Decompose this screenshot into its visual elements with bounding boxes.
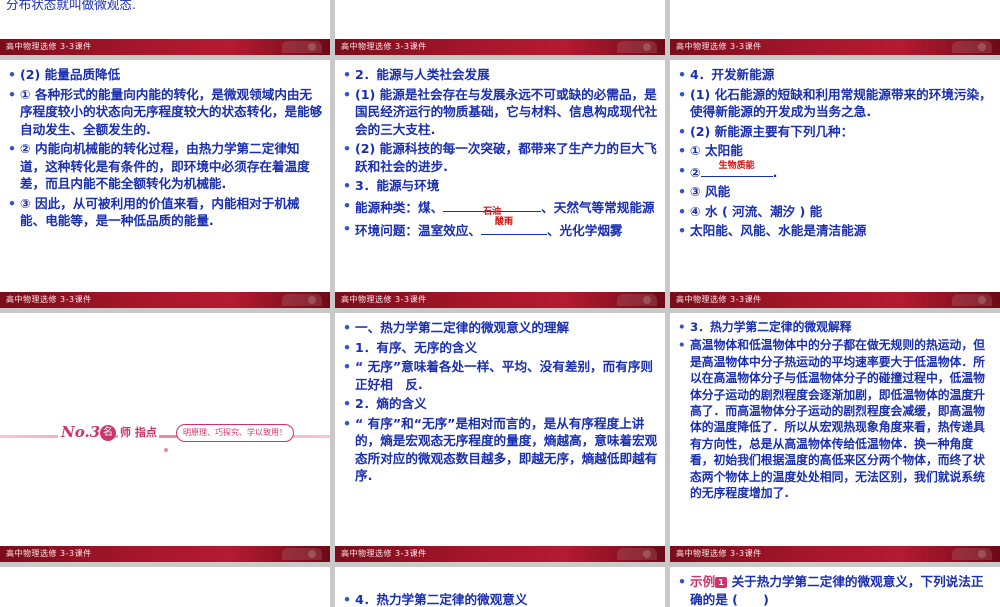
slide-content: 4．开发新能源 (1) 化石能源的短缺和利用常规能源带来的环境污染，使得新能源的… xyxy=(676,66,994,242)
example-number-icon: 1 xyxy=(715,577,728,588)
slide-r1c1: 2．能源与人类社会发展 (1) 能源是社会存在与发展永远不可或缺的必需品，是国民… xyxy=(335,60,665,308)
list-item: 一、热力学第二定律的微观意义的理解 xyxy=(341,319,659,337)
footer-building-icon xyxy=(617,294,657,306)
slide-footer: 高中物理选修 3-3课件 xyxy=(335,546,665,562)
slide-footer: 高中物理选修 3-3课件 xyxy=(0,39,330,55)
example-label: 示例 xyxy=(690,574,716,589)
slide-r1c2: 4．开发新能源 (1) 化石能源的短缺和利用常规能源带来的环境污染，使得新能源的… xyxy=(670,60,1000,308)
footer-text: 高中物理选修 3-3课件 xyxy=(6,295,92,304)
slide-content: 3．热力学第二定律的微观解释 高温物体和低温物体中的分子都在做无规则的热运动，但… xyxy=(676,319,994,503)
slide-content: 示例1 关于热力学第二定律的微观意义，下列说法正确的是 ( ) xyxy=(676,573,994,607)
banner-tag: 明原理、巧探究、学以致用！ xyxy=(176,424,294,442)
slide-footer: 高中物理选修 3-3课件 xyxy=(335,292,665,308)
text-before: 环境问题：温室效应、 xyxy=(355,223,481,238)
slide-r2c2: 3．热力学第二定律的微观解释 高温物体和低温物体中的分子都在做无规则的热运动，但… xyxy=(670,313,1000,562)
slide-content: 4．热力学第二定律的微观意义 xyxy=(341,591,659,607)
slide-r0c2: 高中物理选修 3-3课件 xyxy=(670,0,1000,55)
slide-footer: 高中物理选修 3-3课件 xyxy=(0,546,330,562)
list-item: (2) 能量品质降低 xyxy=(6,66,324,84)
list-item: ① 各种形式的能量向内能的转化，是微观领域内由无序程度较小的状态向无序程度较大的… xyxy=(6,86,324,139)
banner-number: No.3 xyxy=(58,423,104,441)
slide-r0c1: 高中物理选修 3-3课件 xyxy=(335,0,665,55)
fill-blank: 酸雨 xyxy=(480,217,547,235)
slide-r0c0: 分布状态就叫做微观态. 高中物理选修 3-3课件 xyxy=(0,0,330,55)
list-item: “ 有序”和“无序”是相对而言的，是从有序程度上讲的，熵是宏观态无序程度的量度，… xyxy=(341,415,659,485)
list-item: ② 生物质能. xyxy=(676,160,994,182)
text-after: 、天然气等常规能源 xyxy=(541,199,655,215)
text-after: 、光化学烟雾 xyxy=(546,223,623,238)
slide-r2c0: No.3 名 师 指点 明原理、巧探究、学以致用！ 高中物理选修 3-3课件 xyxy=(0,313,330,562)
list-item: 2．能源与人类社会发展 xyxy=(341,66,659,84)
list-item: 能源种类：煤、 石油 、天然气等常规能源 xyxy=(341,197,659,217)
slide-footer: 高中物理选修 3-3课件 xyxy=(335,39,665,55)
footer-text: 高中物理选修 3-3课件 xyxy=(676,549,762,558)
slide-r2c1: 一、热力学第二定律的微观意义的理解 1．有序、无序的含义 “ 无序”意味着各处一… xyxy=(335,313,665,562)
blank-answer: 生物质能 xyxy=(718,160,755,171)
list-item: ③ 风能 xyxy=(676,183,994,201)
text-after: . xyxy=(772,164,778,180)
slide-content: (2) 能量品质降低 ① 各种形式的能量向内能的转化，是微观领域内由无序程度较小… xyxy=(6,66,324,232)
list-item: 3．热力学第二定律的微观解释 xyxy=(676,319,994,336)
footer-building-icon xyxy=(282,294,322,306)
footer-text: 高中物理选修 3-3课件 xyxy=(341,295,427,304)
list-item: 4．热力学第二定律的微观意义 xyxy=(341,591,659,607)
text-before: 能源种类：煤、 xyxy=(355,199,444,215)
banner-title: 师 指点 xyxy=(118,425,159,441)
list-item: (2) 新能源主要有下列几种： xyxy=(676,123,994,141)
list-item: ① 太阳能 xyxy=(676,142,994,160)
slide-content: 2．能源与人类社会发展 (1) 能源是社会存在与发展永远不可或缺的必需品，是国民… xyxy=(341,66,659,242)
footer-text: 高中物理选修 3-3课件 xyxy=(341,549,427,558)
list-item: ② 内能向机械能的转化过程，由热力学第二定律知道，这种转化是有条件的，即环境中必… xyxy=(6,140,324,193)
fill-blank: 生物质能 xyxy=(700,160,773,177)
footer-building-icon xyxy=(282,41,322,53)
banner-badge: 名 xyxy=(100,425,116,441)
footer-building-icon xyxy=(617,41,657,53)
slide-footer: 高中物理选修 3-3课件 xyxy=(0,292,330,308)
list-item: 示例1 关于热力学第二定律的微观意义，下列说法正确的是 ( ) xyxy=(676,573,994,607)
text-before: ② xyxy=(690,164,701,180)
list-item: 2．熵的含义 xyxy=(341,395,659,413)
blank-answer: 石油 xyxy=(483,206,502,217)
list-item: 太阳能、风能、水能是清洁能源 xyxy=(676,222,994,240)
slide-footer: 高中物理选修 3-3课件 xyxy=(670,292,1000,308)
list-item: 4．开发新能源 xyxy=(676,66,994,84)
slide-fragment: 分布状态就叫做微观态. xyxy=(6,0,136,12)
slide-content: 一、热力学第二定律的微观意义的理解 1．有序、无序的含义 “ 无序”意味着各处一… xyxy=(341,319,659,487)
list-item: 高温物体和低温物体中的分子都在做无规则的热运动，但是高温物体中分子热运动的平均速… xyxy=(676,337,994,501)
blank-answer: 酸雨 xyxy=(494,217,513,227)
list-item: (2) 能源科技的每一次突破，都带来了生产力的巨大飞跃和社会的进步. xyxy=(341,140,659,175)
slide-r3c0 xyxy=(0,567,330,607)
slide-footer: 高中物理选修 3-3课件 xyxy=(670,39,1000,55)
footer-text: 高中物理选修 3-3课件 xyxy=(6,549,92,558)
list-item: “ 无序”意味着各处一样、平均、没有差别，而有序则正好相 反. xyxy=(341,358,659,393)
footer-building-icon xyxy=(952,294,992,306)
footer-building-icon xyxy=(952,41,992,53)
footer-text: 高中物理选修 3-3课件 xyxy=(6,42,92,51)
footer-text: 高中物理选修 3-3课件 xyxy=(676,42,762,51)
footer-building-icon xyxy=(282,548,322,560)
footer-text: 高中物理选修 3-3课件 xyxy=(676,295,762,304)
example-text: 关于热力学第二定律的微观意义，下列说法正确的是 ( ) xyxy=(690,574,984,607)
fill-blank: 石油 xyxy=(443,197,542,217)
list-item: (1) 化石能源的短缺和利用常规能源带来的环境污染，使得新能源的开发成为当务之急… xyxy=(676,86,994,121)
slide-footer: 高中物理选修 3-3课件 xyxy=(670,546,1000,562)
banner-dot-icon xyxy=(164,448,168,452)
footer-building-icon xyxy=(617,548,657,560)
slide-r3c1: 4．热力学第二定律的微观意义 xyxy=(335,567,665,607)
footer-building-icon xyxy=(952,548,992,560)
slide-r1c0: (2) 能量品质降低 ① 各种形式的能量向内能的转化，是微观领域内由无序程度较小… xyxy=(0,60,330,308)
list-item: ③ 因此，从可被利用的价值来看，内能相对于机械能、电能等，是一种低品质的能量. xyxy=(6,195,324,230)
list-item: 3．能源与环境 xyxy=(341,177,659,195)
list-item: 环境问题：温室效应、 酸雨、光化学烟雾 xyxy=(341,217,659,240)
slide-r3c2: 示例1 关于热力学第二定律的微观意义，下列说法正确的是 ( ) xyxy=(670,567,1000,607)
footer-text: 高中物理选修 3-3课件 xyxy=(341,42,427,51)
list-item: 1．有序、无序的含义 xyxy=(341,339,659,357)
section-banner: No.3 名 师 指点 明原理、巧探究、学以致用！ xyxy=(0,421,330,452)
list-item: (1) 能源是社会存在与发展永远不可或缺的必需品，是国民经济运行的物质基础，它与… xyxy=(341,86,659,139)
list-item: ④ 水 ( 河流、潮汐 ) 能 xyxy=(676,203,994,221)
